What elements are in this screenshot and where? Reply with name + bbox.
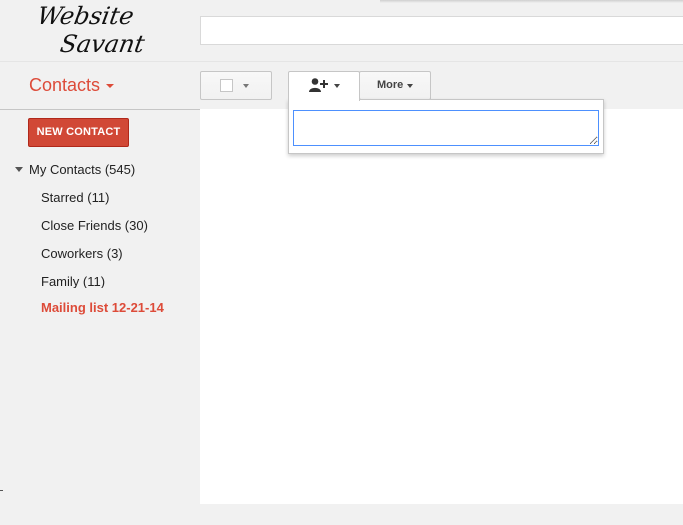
person-add-icon	[309, 78, 328, 92]
add-to-group-button[interactable]	[288, 71, 360, 101]
app-title: Contacts	[29, 75, 101, 95]
sidebar-item-coworkers[interactable]: Coworkers (3)	[41, 246, 123, 261]
logo-image: Website Savant	[36, 2, 147, 58]
group-input[interactable]	[293, 110, 599, 146]
sidebar-item-mailing-list[interactable]: Mailing list 12-21-14	[41, 300, 164, 315]
logo[interactable]: Website Savant	[36, 2, 166, 60]
checkbox-icon[interactable]	[220, 79, 233, 92]
sidebar-item-starred[interactable]: Starred (11)	[41, 190, 109, 205]
top-shadow	[380, 0, 683, 3]
sidebar-item-family[interactable]: Family (11)	[41, 274, 105, 288]
header: Website Savant	[0, 0, 683, 60]
select-button[interactable]	[200, 71, 272, 100]
more-label: More	[377, 79, 404, 91]
search-input[interactable]	[200, 16, 683, 45]
app-title-menu[interactable]: Contacts	[29, 75, 115, 96]
logo-text-line2: Savant	[58, 30, 147, 58]
new-contact-button[interactable]: NEW CONTACT	[28, 118, 129, 147]
expand-caret-icon[interactable]	[15, 167, 23, 172]
chevron-down-icon	[334, 84, 340, 88]
divider	[0, 490, 3, 491]
chevron-down-icon	[407, 84, 413, 88]
sidebar-item-my-contacts[interactable]: My Contacts (545)	[29, 162, 135, 177]
more-button[interactable]: More	[359, 71, 431, 100]
group-dropdown	[288, 99, 604, 154]
sidebar-item-close-friends[interactable]: Close Friends (30)	[41, 218, 148, 233]
chevron-down-icon	[243, 84, 249, 88]
chevron-down-icon	[106, 84, 115, 89]
sidebar-clip: Family (11)	[0, 271, 200, 288]
contacts-content-area	[200, 109, 683, 504]
logo-text-line1: Website	[36, 2, 136, 30]
